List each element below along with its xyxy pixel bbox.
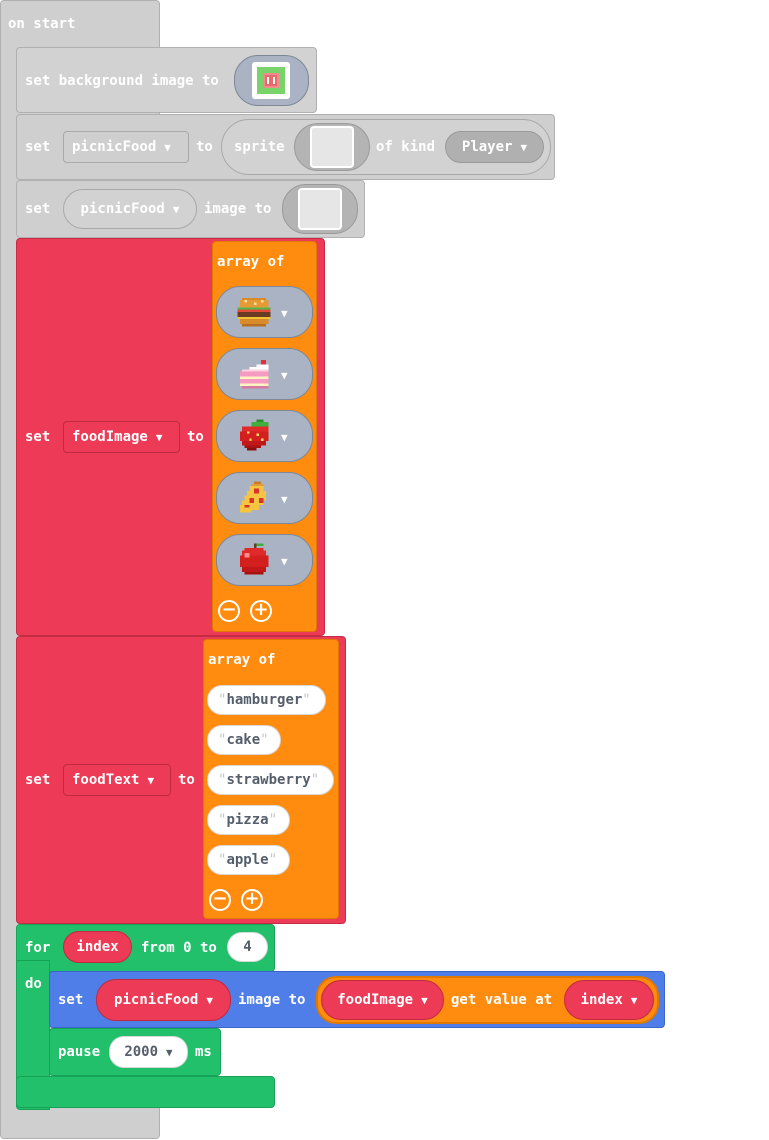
string-item-text: pizza [226, 812, 269, 828]
chevron-down-icon: ▼ [172, 202, 180, 216]
for-label: for [25, 940, 51, 956]
set-sprite-set-label: set [25, 139, 51, 155]
pause-unit-label: ms [195, 1044, 212, 1060]
pause-label: pause [58, 1044, 101, 1060]
image-to-label: image to [204, 201, 272, 217]
food-image-variable-name: foodImage [72, 429, 148, 445]
background-image-thumbnail[interactable] [252, 62, 290, 99]
string-item-strawberry[interactable]: " strawberry " [207, 765, 334, 795]
loop-sprite-variable-name: picnicFood [114, 992, 199, 1008]
food-text-variable-dropdown[interactable]: foodText ▼ [63, 764, 171, 796]
minus-circle-icon[interactable]: − [209, 889, 231, 911]
chevron-down-icon: ▼ [164, 140, 171, 154]
chevron-down-icon: ▼ [421, 993, 428, 1007]
chevron-down-icon: ▼ [166, 1045, 173, 1059]
set-sprite-to-label: to [196, 139, 213, 155]
chevron-down-icon[interactable]: ▼ [281, 431, 288, 444]
pizza-icon[interactable] [235, 479, 273, 517]
close-quote: " [260, 732, 269, 748]
for-loop-footer[interactable] [16, 1076, 275, 1108]
kind-value: Player [461, 139, 513, 155]
string-item-pizza[interactable]: " pizza " [207, 805, 290, 835]
of-kind-label: of kind [376, 139, 436, 155]
string-item-hamburger[interactable]: " hamburger " [207, 685, 326, 715]
sprite-image-empty[interactable] [310, 126, 354, 168]
loop-image-to-label: image to [238, 992, 306, 1008]
minus-circle-icon[interactable]: − [218, 600, 240, 622]
pause-duration-value: 2000 [124, 1044, 159, 1060]
chevron-down-icon[interactable]: ▼ [281, 369, 288, 382]
sprite-image-variable-name: picnicFood [80, 201, 165, 217]
loop-set-label: set [58, 992, 84, 1008]
kind-dropdown[interactable]: Player ▼ [445, 131, 544, 163]
string-item-text: strawberry [226, 772, 311, 788]
plus-circle-icon[interactable]: + [250, 600, 272, 622]
set-food-image-set-label: set [25, 429, 51, 445]
chevron-down-icon: ▼ [520, 140, 528, 154]
cake-icon[interactable] [235, 355, 273, 393]
open-quote: " [218, 812, 227, 828]
apple-icon[interactable] [235, 541, 273, 579]
open-quote: " [218, 772, 227, 788]
chevron-down-icon[interactable]: ▼ [281, 555, 288, 568]
loop-array-variable-dropdown[interactable]: foodImage ▼ [321, 980, 444, 1020]
food-text-variable-name: foodText [72, 772, 140, 788]
food-text-array-label: array of [208, 652, 276, 668]
close-quote: " [310, 772, 320, 788]
close-quote: " [268, 852, 278, 868]
loop-end-value: 4 [243, 939, 252, 955]
sprite-new-image-empty[interactable] [298, 188, 342, 230]
chevron-down-icon[interactable]: ▼ [281, 307, 288, 320]
hamburger-icon[interactable] [235, 293, 273, 331]
from-to-label: from 0 to [141, 940, 217, 956]
strawberry-icon[interactable] [235, 417, 273, 455]
set-background-label: set background image to [25, 73, 219, 89]
loop-sprite-variable-dropdown[interactable]: picnicFood ▼ [96, 979, 231, 1021]
sprite-create-label: sprite [234, 139, 285, 155]
close-quote: " [268, 812, 278, 828]
loop-end-value-input[interactable]: 4 [227, 932, 268, 962]
get-value-at-label: get value at [451, 992, 553, 1008]
string-item-cake[interactable]: " cake " [207, 725, 281, 755]
set-food-text-to-label: to [178, 772, 195, 788]
chevron-down-icon: ▼ [147, 773, 155, 787]
set-food-text-set-label: set [25, 772, 51, 788]
open-quote: " [218, 692, 227, 708]
chevron-down-icon: ▼ [155, 430, 163, 444]
loop-array-variable-name: foodImage [337, 992, 414, 1008]
sprite-image-variable-dropdown[interactable]: picnicFood ▼ [63, 189, 197, 229]
close-quote: " [302, 692, 311, 708]
string-item-text: hamburger [226, 692, 303, 708]
food-image-array-label: array of [217, 254, 285, 270]
sprite-variable-dropdown[interactable]: picnicFood ▼ [63, 131, 189, 163]
chevron-down-icon[interactable]: ▼ [281, 493, 288, 506]
loop-index-dropdown-name: index [580, 992, 623, 1008]
string-item-apple[interactable]: " apple " [207, 845, 290, 875]
string-item-text: apple [226, 852, 269, 868]
plus-circle-icon[interactable]: + [241, 889, 263, 911]
set-sprite-image-set-label: set [25, 201, 51, 217]
loop-index-name: index [76, 939, 119, 955]
string-item-text: cake [226, 732, 261, 748]
sprite-variable-name: picnicFood [72, 139, 157, 155]
loop-index-variable[interactable]: index [63, 931, 132, 963]
on-start-label: on start [8, 16, 76, 32]
loop-index-dropdown[interactable]: index ▼ [564, 980, 654, 1020]
set-food-image-to-label: to [187, 429, 204, 445]
food-image-variable-dropdown[interactable]: foodImage ▼ [63, 421, 180, 453]
chevron-down-icon: ▼ [630, 993, 638, 1007]
open-quote: " [218, 852, 227, 868]
open-quote: " [218, 732, 227, 748]
do-label: do [25, 976, 42, 992]
pause-duration-dropdown[interactable]: 2000 ▼ [109, 1036, 188, 1068]
chevron-down-icon: ▼ [206, 993, 213, 1007]
